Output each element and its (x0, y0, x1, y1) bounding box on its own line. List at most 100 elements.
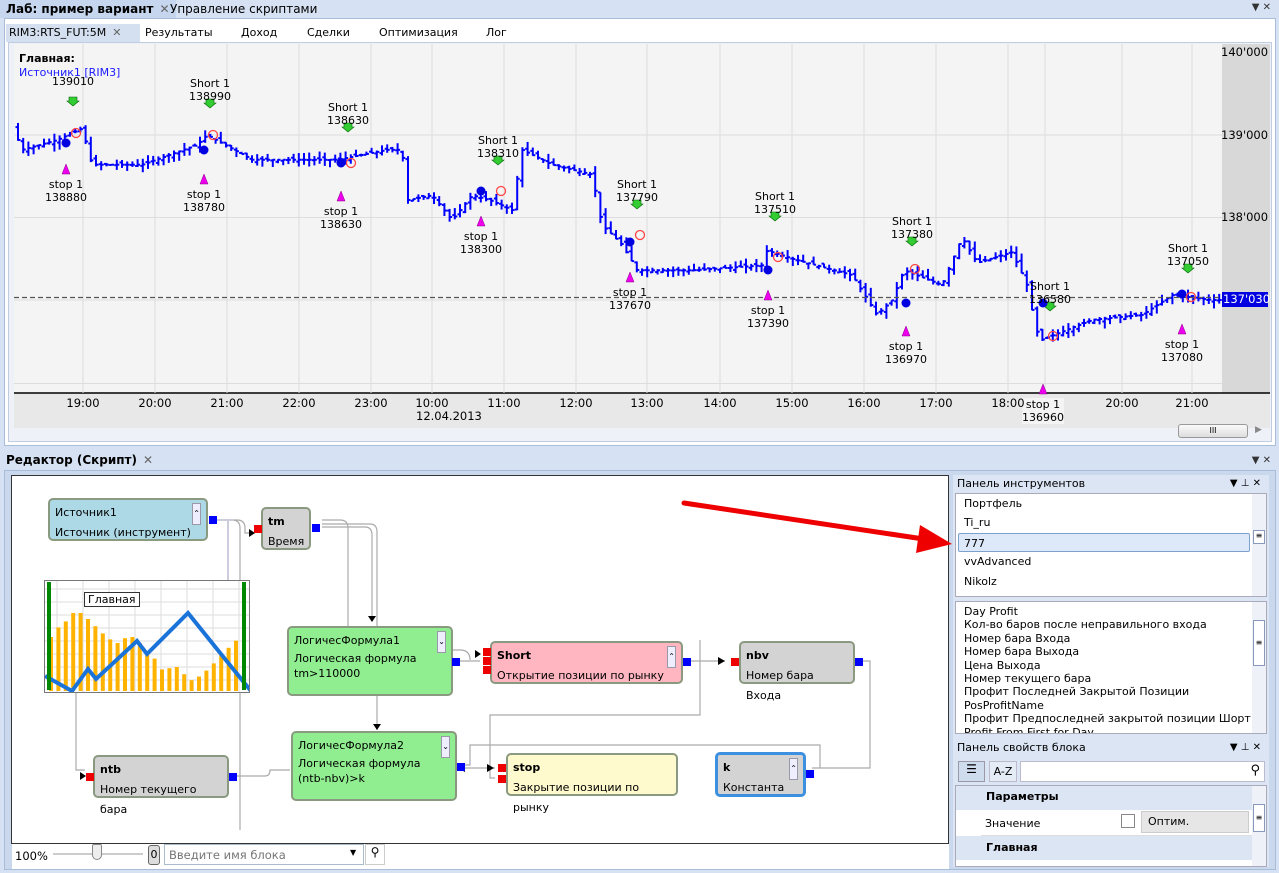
instrument-item[interactable]: Nikolz (956, 572, 1250, 591)
collapse-icon[interactable]: ⌃ (789, 758, 798, 780)
mini-bar (160, 669, 164, 691)
block-source[interactable]: Источник1 Источник (инструмент) ⌃ (48, 498, 208, 541)
block-ntb[interactable]: ntb Номер текущего бара (93, 755, 229, 816)
input-port[interactable] (86, 773, 94, 781)
window-menu-icon[interactable]: ▼ ✕ (1252, 455, 1271, 466)
block-tm[interactable]: tm Время (261, 507, 311, 550)
sort-az-button[interactable]: A-Z (989, 761, 1017, 782)
block-nbv[interactable]: nbv Номер бара Входа (739, 641, 855, 702)
block-desc: Номер бара Входа (746, 669, 814, 702)
variable-item[interactable]: Номер бара Выхода (956, 645, 1266, 658)
scrollbar[interactable]: ≡ (1252, 786, 1266, 866)
mini-bar (174, 667, 179, 691)
collapse-icon[interactable]: ⌃ (667, 646, 676, 668)
block-logic-formula-2[interactable]: ЛогичесФормула2 Логическая формула (ntb-… (291, 731, 457, 801)
stop-text: stop 1 (1164, 338, 1200, 351)
properties-search-input[interactable]: ⚲ (1020, 761, 1265, 782)
categorized-view-button[interactable]: ☰ (958, 761, 985, 782)
mini-bar (189, 680, 194, 691)
variable-item[interactable]: Кол-во баров после неправильного входа (956, 618, 1266, 631)
mini-bar (152, 658, 157, 691)
mini-bar (204, 670, 209, 691)
instrument-item[interactable]: Портфель (956, 494, 1250, 513)
variable-item[interactable]: Профит Последней Закрытой Позиции (956, 685, 1266, 698)
chart-block-preview[interactable]: Главная (44, 580, 250, 693)
block-stop[interactable]: stop Закрытие позиции по рынку (506, 753, 678, 814)
optim-checkbox[interactable] (1121, 814, 1135, 828)
zoom-level: 100% (15, 849, 48, 863)
variable-item[interactable]: Day Profit (956, 605, 1266, 618)
section-parameters[interactable]: Параметры (956, 786, 1266, 810)
block-k[interactable]: k Константа ⌃ (715, 752, 806, 797)
block-desc: Время (268, 535, 305, 548)
block-logic-formula-1[interactable]: ЛогичесФормула1 Логическая формула tm>11… (287, 626, 453, 696)
instrument-item[interactable]: vvAdvanced (956, 552, 1250, 571)
scrollbar[interactable]: ≡ (1252, 494, 1266, 596)
window-menu-icon[interactable]: ▼ ✕ (1252, 2, 1271, 13)
input-port[interactable] (483, 648, 491, 656)
mini-bar (211, 663, 216, 691)
block-short[interactable]: Short Открытие позиции по рынку ⌃ (490, 641, 683, 684)
variable-item[interactable]: Профит Предпоследней закрытой позиции Шо… (956, 712, 1266, 725)
output-port[interactable] (229, 773, 237, 781)
mini-marker (47, 582, 51, 690)
expand-icon[interactable]: ⌄ (437, 631, 446, 653)
mini-bar (145, 653, 150, 691)
section-main[interactable]: Главная (956, 836, 1266, 860)
mini-bar (182, 674, 187, 691)
scrollbar[interactable]: ≡ (1252, 602, 1266, 733)
block-search-input[interactable] (164, 844, 364, 865)
panel-title: Панель свойств блока (957, 741, 1086, 754)
input-port[interactable] (483, 666, 491, 674)
short-label: Short 1 136580 (1029, 280, 1071, 306)
mini-bar (123, 638, 127, 691)
property-label: Значение (985, 817, 1041, 830)
input-port[interactable] (731, 658, 739, 666)
variable-item[interactable]: PosProfitName (956, 699, 1266, 712)
mini-bar (86, 619, 90, 691)
time-tick: 18:00 (991, 396, 1025, 410)
output-port[interactable] (452, 658, 460, 666)
output-port[interactable] (683, 658, 691, 666)
scroll-right-icon[interactable]: ▶ (1255, 425, 1262, 435)
mini-bar (71, 613, 76, 691)
output-port[interactable] (457, 763, 465, 771)
stop-label: stop 1 137080 (1161, 338, 1203, 364)
properties-grid: Параметры Значение Оптим. Главная ≡ (955, 785, 1267, 867)
chevron-down-icon[interactable]: ▼ (350, 848, 356, 857)
mini-bar (219, 655, 224, 691)
panel-controls-icon[interactable]: ▼ ⊥ ✕ (1230, 476, 1261, 492)
collapse-icon[interactable]: ⌃ (192, 503, 201, 525)
variable-item[interactable]: Номер текущего бара (956, 672, 1266, 685)
block-formula: (ntb-nbv)>k (298, 772, 365, 785)
input-port[interactable] (483, 657, 491, 665)
counter-button[interactable]: 0 (148, 845, 160, 865)
output-port[interactable] (312, 524, 320, 532)
mini-bar (115, 643, 120, 691)
block-name: Short (497, 649, 531, 662)
short-price: 137050 (1167, 255, 1209, 268)
stop-label: stop 1 136960 (1022, 398, 1064, 424)
expand-icon[interactable]: ⌄ (441, 736, 450, 758)
output-port[interactable] (806, 770, 814, 778)
output-port[interactable] (855, 658, 863, 666)
output-port[interactable] (209, 516, 217, 524)
stop-price: 137080 (1161, 351, 1203, 364)
section-label: Главная (986, 841, 1038, 854)
variable-item[interactable]: Profit From First for Day (956, 726, 1266, 733)
input-port[interactable] (498, 764, 506, 772)
block-name: k (723, 761, 731, 774)
chart-scrollbar-thumb[interactable]: III (1178, 424, 1248, 438)
variable-item[interactable]: Номер бара Входа (956, 632, 1266, 645)
binoculars-icon[interactable]: ⚲ (365, 844, 385, 865)
instrument-item[interactable]: 777 (958, 532, 1250, 553)
instrument-item[interactable]: Ti_ru (956, 513, 1250, 532)
short-text: Short 1 (1029, 280, 1070, 293)
input-port[interactable] (498, 775, 506, 783)
short-price: 136580 (1029, 293, 1071, 306)
zoom-slider-thumb[interactable] (92, 844, 102, 860)
input-port[interactable] (254, 525, 262, 533)
optim-field[interactable]: Оптим. (1141, 811, 1249, 833)
panel-controls-icon[interactable]: ▼ ⊥ ✕ (1230, 740, 1261, 756)
variable-item[interactable]: Цена Выхода (956, 659, 1266, 672)
